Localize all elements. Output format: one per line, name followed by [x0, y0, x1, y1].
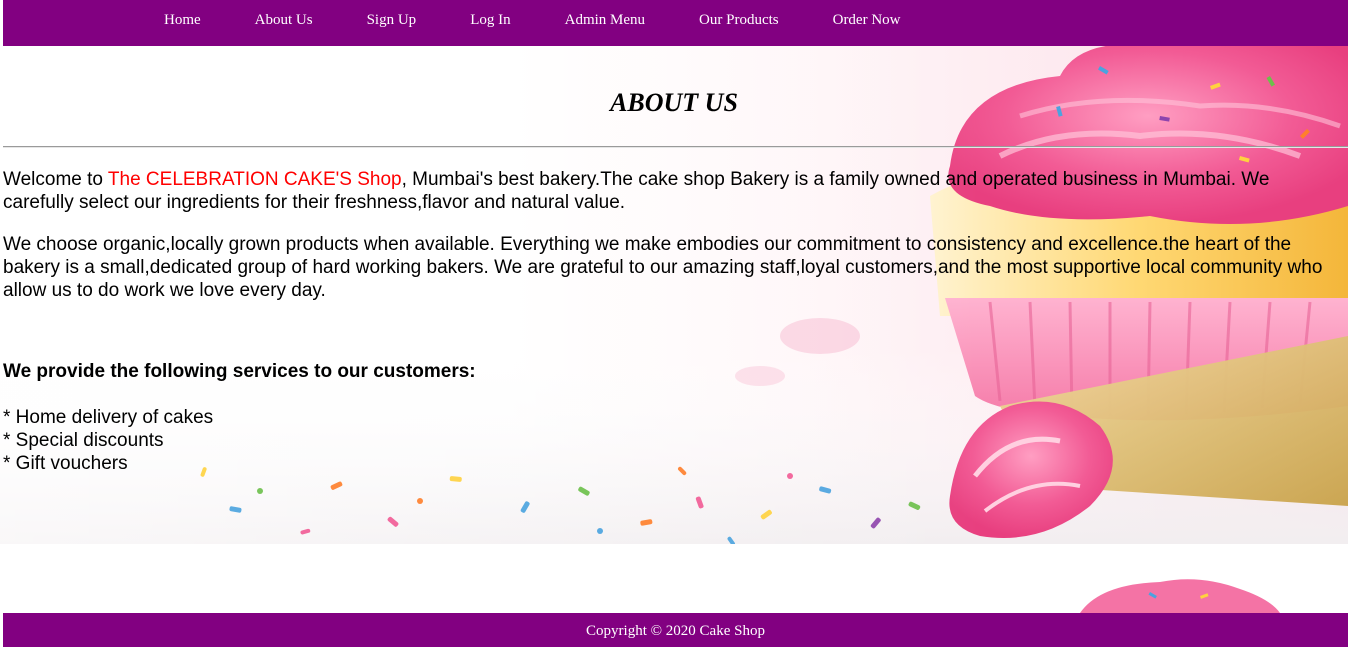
main-navbar: Home About Us Sign Up Log In Admin Menu …: [3, 0, 1348, 46]
title-divider: [3, 146, 1348, 148]
background-image-repeat: [0, 544, 1348, 613]
service-item-special-discounts: * Special discounts: [3, 430, 164, 451]
nav-item-sign-up[interactable]: Sign Up: [367, 12, 417, 29]
nav-item-our-products[interactable]: Our Products: [699, 12, 779, 29]
nav-item-order-now[interactable]: Order Now: [833, 12, 901, 29]
cupcake-illustration-repeat: [1080, 579, 1280, 613]
about-paragraph: We choose organic,locally grown products…: [3, 234, 1323, 301]
shop-name: The CELEBRATION CAKE'S Shop: [107, 169, 402, 190]
nav-menu: Home About Us Sign Up Log In Admin Menu …: [164, 0, 901, 40]
nav-item-log-in[interactable]: Log In: [470, 12, 510, 29]
service-item-home-delivery: * Home delivery of cakes: [3, 407, 214, 428]
intro-text-before: Welcome to: [3, 169, 108, 190]
intro-paragraph: Welcome to The CELEBRATION CAKE'S Shop, …: [3, 168, 1343, 214]
footer: Copyright © 2020 Cake Shop: [3, 613, 1348, 647]
nav-item-home[interactable]: Home: [164, 12, 201, 29]
nav-item-admin-menu[interactable]: Admin Menu: [565, 12, 645, 29]
services-list: * Home delivery of cakes * Special disco…: [3, 406, 213, 475]
page: Home About Us Sign Up Log In Admin Menu …: [0, 0, 1348, 647]
nav-item-about-us[interactable]: About Us: [255, 12, 313, 29]
service-item-gift-vouchers: * Gift vouchers: [3, 453, 128, 474]
services-heading: We provide the following services to our…: [3, 361, 476, 382]
copyright-text: Copyright © 2020 Cake Shop: [586, 623, 765, 639]
page-title: ABOUT US: [610, 88, 738, 117]
